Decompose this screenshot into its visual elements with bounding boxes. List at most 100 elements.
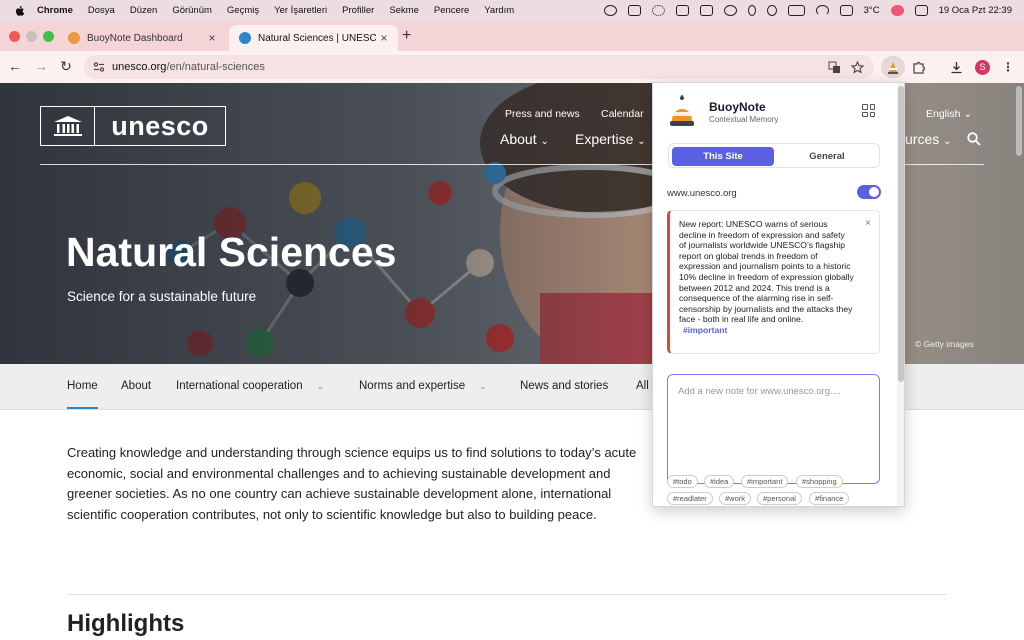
window-zoom-button[interactable]	[43, 31, 54, 42]
profile-avatar[interactable]: S	[975, 60, 990, 75]
menu-tab[interactable]: Sekme	[389, 5, 419, 16]
tab-general[interactable]: General	[776, 147, 878, 166]
unesco-favicon-icon	[239, 32, 251, 44]
unesco-logo[interactable]: unesco	[40, 106, 226, 146]
subnav-international-cooperation[interactable]: International cooperation ⌄	[176, 380, 324, 392]
browser-toolbar: ← → ↻ unesco.org/en/natural-sciences S ⋮	[0, 51, 1024, 83]
page-scroll-thumb[interactable]	[1016, 86, 1022, 156]
tag-chip[interactable]: #finance	[809, 492, 850, 505]
tag-chip[interactable]: #readlater	[667, 492, 713, 505]
menu-edit[interactable]: Düzen	[130, 5, 157, 16]
reload-button[interactable]: ↻	[57, 58, 75, 75]
menu-app-name[interactable]: Chrome	[37, 5, 73, 16]
chrome-menu-icon[interactable]: ⋮	[1000, 59, 1016, 75]
window-close-button[interactable]	[9, 31, 20, 42]
new-tab-button[interactable]: +	[402, 27, 411, 45]
mute-icon[interactable]	[766, 5, 777, 16]
menu-help[interactable]: Yardım	[484, 5, 514, 16]
play-icon[interactable]	[603, 5, 617, 16]
translate-icon[interactable]	[826, 59, 842, 75]
gamepad-icon[interactable]	[699, 5, 713, 16]
search-icon[interactable]	[967, 132, 981, 146]
site-info-icon[interactable]	[93, 61, 105, 73]
url-path: /en/natural-sciences	[166, 61, 265, 73]
weather-temp: 3°C	[863, 5, 880, 16]
back-button[interactable]: ←	[6, 58, 24, 74]
buoynote-popup: BuoyNote Contextual Memory This Site Gen…	[652, 82, 905, 507]
screen-icon[interactable]	[627, 5, 641, 16]
siri-icon[interactable]	[890, 5, 904, 16]
bookmark-star-icon[interactable]	[849, 59, 865, 75]
language-label: English	[926, 108, 961, 120]
tab-title: BuoyNote Dashboard	[87, 32, 183, 44]
tag-chip[interactable]: #work	[719, 492, 752, 505]
menu-bookmarks[interactable]: Yer İşaretleri	[274, 5, 327, 16]
apple-icon[interactable]	[13, 4, 27, 18]
delete-note-icon[interactable]: ×	[865, 218, 871, 229]
forward-button[interactable]: →	[32, 58, 50, 74]
subnav-label: International cooperation	[176, 380, 303, 392]
menu-window[interactable]: Pencere	[434, 5, 469, 16]
chevron-down-icon: ⌄	[316, 381, 325, 391]
subnav-norms-and-expertise[interactable]: Norms and expertise ⌄	[359, 380, 487, 392]
menu-history[interactable]: Geçmiş	[227, 5, 259, 16]
site-notes-toggle[interactable]	[857, 185, 881, 199]
subnav-home[interactable]: Home	[67, 380, 98, 392]
address-bar[interactable]: unesco.org/en/natural-sciences	[84, 55, 874, 79]
weather-cloud-icon[interactable]: 3°C	[864, 5, 880, 16]
menu-view[interactable]: Görünüm	[172, 5, 212, 16]
buoynote-extension-button[interactable]	[881, 56, 905, 78]
popup-scroll-thumb[interactable]	[898, 86, 904, 382]
nav-calendar[interactable]: Calendar	[601, 108, 644, 120]
downloads-icon[interactable]	[948, 59, 964, 75]
tag-chip[interactable]: #shopping	[796, 475, 843, 488]
tag-chip[interactable]: #important	[741, 475, 789, 488]
note-card[interactable]: New report: UNESCO warns of serious decl…	[667, 210, 880, 354]
buoynote-favicon-icon	[68, 32, 80, 44]
dashboard-grid-icon[interactable]	[862, 104, 875, 117]
menu-profiles[interactable]: Profiller	[342, 5, 374, 16]
window-minimize-button[interactable]	[26, 31, 37, 42]
dots-icon[interactable]	[651, 5, 665, 16]
nav-expertise[interactable]: Expertise ⌄	[575, 131, 646, 147]
tab-close-icon[interactable]: ×	[204, 31, 220, 45]
popup-scrollbar[interactable]	[897, 83, 904, 506]
tab-buoynote-dashboard[interactable]: BuoyNote Dashboard ×	[58, 25, 226, 51]
bluetooth-icon[interactable]	[747, 5, 756, 16]
nav-resources[interactable]: urces ⌄	[905, 131, 952, 147]
control-center-icon[interactable]	[914, 5, 928, 16]
popup-subtitle: Contextual Memory	[709, 115, 779, 124]
tab-this-site[interactable]: This Site	[672, 147, 774, 166]
language-selector[interactable]: English ⌄	[926, 108, 972, 120]
extensions-puzzle-icon[interactable]	[911, 59, 927, 75]
keyboard-icon[interactable]	[839, 5, 853, 16]
nav-resources-label: urces	[905, 131, 940, 147]
intro-paragraph: Creating knowledge and understanding thr…	[67, 445, 637, 522]
subnav-about[interactable]: About	[121, 380, 151, 392]
tag-chip[interactable]: #personal	[757, 492, 802, 505]
buoy-icon	[888, 62, 898, 74]
menubar-clock[interactable]: 19 Oca Pzt 22:39	[939, 5, 1012, 16]
subnav-news-and-stories[interactable]: News and stories	[520, 380, 608, 392]
page-scrollbar[interactable]	[1015, 83, 1024, 640]
subnav-all[interactable]: All	[636, 380, 649, 392]
menu-file[interactable]: Dosya	[88, 5, 115, 16]
nav-about[interactable]: About ⌄	[500, 131, 549, 147]
new-note-input[interactable]	[668, 375, 879, 483]
current-domain: www.unesco.org	[667, 188, 737, 199]
tab-close-icon[interactable]: ×	[376, 31, 392, 45]
clock-history-icon[interactable]	[723, 5, 737, 16]
tag-chip[interactable]: #idea	[704, 475, 735, 488]
url-text[interactable]: unesco.org/en/natural-sciences	[112, 61, 265, 73]
note-tag[interactable]: #important	[683, 325, 727, 335]
nav-press-and-news[interactable]: Press and news	[505, 108, 580, 120]
wifi-icon[interactable]	[815, 5, 829, 16]
chevron-down-icon: ⌄	[479, 381, 487, 391]
scope-tabs: This Site General	[668, 143, 880, 168]
nav-about-label: About	[500, 131, 537, 147]
tag-chip[interactable]: #todo	[667, 475, 698, 488]
tab-natural-sciences[interactable]: Natural Sciences | UNESCO ×	[229, 25, 398, 51]
tab-title: Natural Sciences | UNESCO	[258, 32, 376, 44]
sidebar-icon[interactable]	[675, 5, 689, 16]
battery-icon[interactable]	[787, 5, 805, 16]
